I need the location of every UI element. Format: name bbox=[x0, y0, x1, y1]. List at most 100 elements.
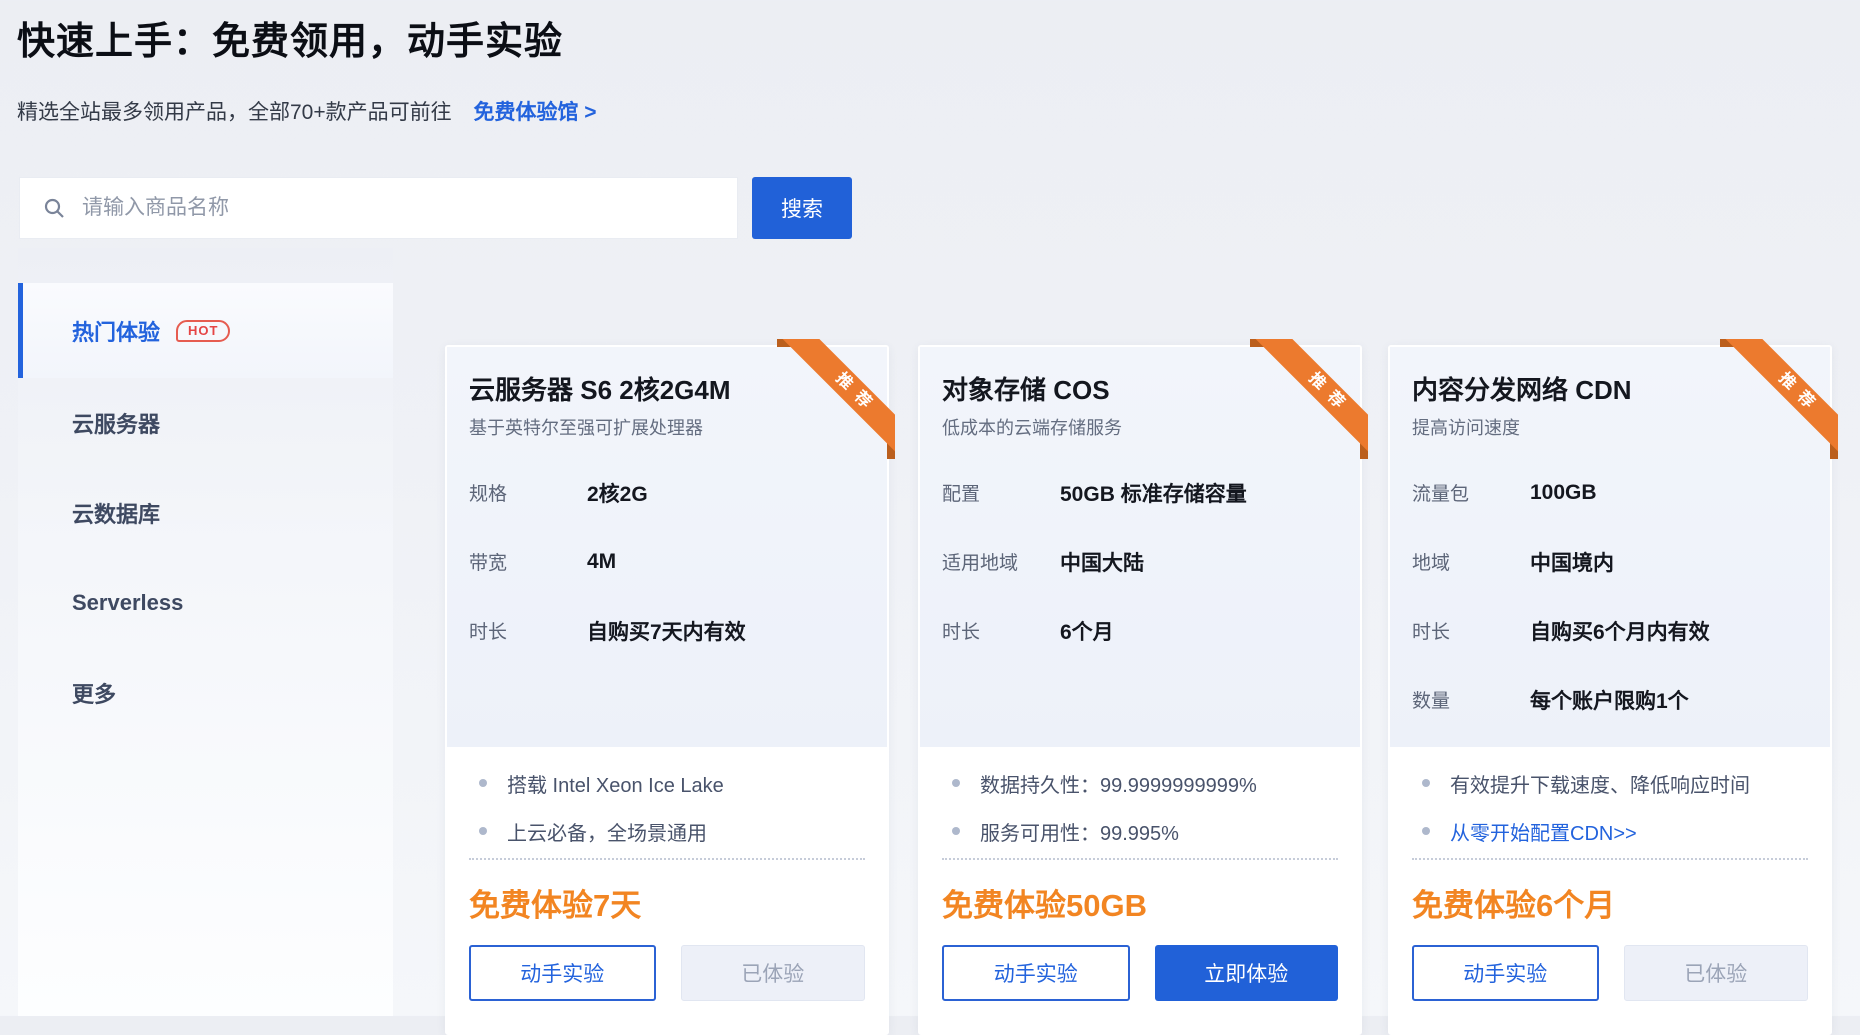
spec-label: 配置 bbox=[942, 479, 1060, 506]
hot-badge: HOT bbox=[176, 320, 230, 342]
try-now-button[interactable]: 立即体验 bbox=[1155, 945, 1339, 1001]
spec-label: 数量 bbox=[1412, 686, 1530, 713]
sidebar-item-more[interactable]: 更多 bbox=[18, 648, 393, 738]
spec-label: 时长 bbox=[469, 617, 587, 644]
card-body: 有效提升下载速度、降低响应时间从零开始配置CDN>> 免费体验6个月动手实验已体验 bbox=[1390, 747, 1830, 1001]
spec-value: 100GB bbox=[1530, 481, 1597, 505]
bullet-text: 服务可用性：99.995% bbox=[980, 817, 1179, 846]
experienced-button[interactable]: 已体验 bbox=[1624, 945, 1809, 1001]
card-header: 云服务器 S6 2核2G4M基于英特尔至强可扩展处理器规格2核2G带宽4M时长自… bbox=[447, 347, 887, 747]
dotted-divider bbox=[942, 858, 1338, 860]
spec-row: 时长自购买7天内有效 bbox=[469, 596, 865, 665]
spec-label: 流量包 bbox=[1412, 479, 1530, 506]
bullet-item: 数据持久性：99.9999999999% bbox=[942, 759, 1338, 807]
card-subtitle: 提高访问速度 bbox=[1412, 415, 1808, 441]
bullet-dot-icon bbox=[1422, 779, 1430, 787]
cdn-tutorial-link[interactable]: 从零开始配置CDN>> bbox=[1450, 817, 1637, 846]
spec-row: 适用地域中国大陆 bbox=[942, 527, 1338, 596]
ribbon-fold bbox=[1830, 443, 1838, 459]
sidebar-item-serverless[interactable]: Serverless bbox=[18, 558, 393, 648]
spec-row: 地域中国境内 bbox=[1412, 527, 1808, 596]
spec-value: 中国境内 bbox=[1530, 547, 1614, 577]
free-trial-offer: 免费体验6个月 bbox=[1412, 884, 1808, 928]
bullet-item: 上云必备，全场景通用 bbox=[469, 807, 865, 855]
spec-label: 适用地域 bbox=[942, 548, 1060, 575]
product-card-cvm-s6: 推荐云服务器 S6 2核2G4M基于英特尔至强可扩展处理器规格2核2G带宽4M时… bbox=[445, 345, 889, 1035]
ribbon-fold bbox=[887, 443, 895, 459]
hands-on-lab-button[interactable]: 动手实验 bbox=[469, 945, 656, 1001]
page-title: 快速上手：免费领用，动手实验 bbox=[17, 10, 563, 65]
card-title: 内容分发网络 CDN bbox=[1412, 373, 1808, 407]
spec-row: 流量包100GB bbox=[1412, 458, 1808, 527]
card-title: 对象存储 COS bbox=[942, 373, 1338, 407]
dotted-divider bbox=[469, 858, 865, 860]
card-actions: 动手实验立即体验 bbox=[942, 945, 1338, 1001]
spec-row: 数量每个账户限购1个 bbox=[1412, 665, 1808, 734]
search-icon bbox=[42, 196, 66, 220]
card-subtitle: 低成本的云端存储服务 bbox=[942, 415, 1338, 441]
sidebar-item-label: 更多 bbox=[72, 677, 116, 709]
spec-row: 规格2核2G bbox=[469, 458, 865, 527]
spec-value: 50GB 标准存储容量 bbox=[1060, 478, 1247, 508]
bullet-text: 数据持久性：99.9999999999% bbox=[980, 769, 1257, 798]
product-card-cdn: 推荐内容分发网络 CDN提高访问速度流量包100GB地域中国境内时长自购买6个月… bbox=[1388, 345, 1832, 1035]
bullet-item: 有效提升下载速度、降低响应时间 bbox=[1412, 759, 1808, 807]
bullet-dot-icon bbox=[952, 827, 960, 835]
search-box bbox=[19, 177, 738, 239]
bullet-text: 上云必备，全场景通用 bbox=[507, 817, 707, 846]
ribbon-fold bbox=[1720, 339, 1736, 347]
spec-list: 配置50GB 标准存储容量适用地域中国大陆时长6个月 bbox=[942, 458, 1338, 665]
experienced-button[interactable]: 已体验 bbox=[681, 945, 866, 1001]
bullet-item: 搭载 Intel Xeon Ice Lake bbox=[469, 759, 865, 807]
spec-row: 时长6个月 bbox=[942, 596, 1338, 665]
spec-label: 规格 bbox=[469, 479, 587, 506]
bullet-text: 有效提升下载速度、降低响应时间 bbox=[1450, 769, 1750, 798]
free-trial-offer: 免费体验7天 bbox=[469, 884, 865, 928]
page-subtitle-row: 精选全站最多领用产品，全部70+款产品可前往 免费体验馆 > bbox=[17, 96, 597, 126]
bullet-dot-icon bbox=[1422, 827, 1430, 835]
sidebar-item-label: 云数据库 bbox=[72, 497, 160, 529]
sidebar-item-hot-experience[interactable]: 热门体验 HOT bbox=[18, 283, 393, 378]
bullet-dot-icon bbox=[479, 827, 487, 835]
bullet-dot-icon bbox=[952, 779, 960, 787]
spec-label: 地域 bbox=[1412, 548, 1530, 575]
spec-value: 每个账户限购1个 bbox=[1530, 685, 1689, 715]
category-sidebar: 热门体验 HOT 云服务器云数据库 Serverless 更多 bbox=[18, 248, 393, 1016]
spec-row: 带宽4M bbox=[469, 527, 865, 596]
spec-label: 时长 bbox=[1412, 617, 1530, 644]
spec-label: 带宽 bbox=[469, 548, 587, 575]
card-body: 数据持久性：99.9999999999% 服务可用性：99.995% 免费体验50G… bbox=[920, 747, 1360, 1001]
ribbon-fold bbox=[1250, 339, 1266, 347]
spec-row: 配置50GB 标准存储容量 bbox=[942, 458, 1338, 527]
card-body: 搭载 Intel Xeon Ice Lake 上云必备，全场景通用免费体验7天动手… bbox=[447, 747, 887, 1001]
spec-value: 4M bbox=[587, 550, 616, 574]
spec-value: 自购买7天内有效 bbox=[587, 616, 746, 646]
hands-on-lab-button[interactable]: 动手实验 bbox=[942, 945, 1130, 1001]
bullet-item: 从零开始配置CDN>> bbox=[1412, 807, 1808, 855]
free-trial-offer: 免费体验50GB bbox=[942, 884, 1338, 928]
search-input[interactable] bbox=[80, 195, 700, 221]
ribbon-fold bbox=[777, 339, 793, 347]
spec-row: 时长自购买6个月内有效 bbox=[1412, 596, 1808, 665]
spec-list: 流量包100GB地域中国境内时长自购买6个月内有效数量每个账户限购1个 bbox=[1412, 458, 1808, 734]
search-button[interactable]: 搜索 bbox=[752, 177, 852, 239]
sidebar-item-cloud-database[interactable]: 云数据库 bbox=[18, 468, 393, 558]
free-experience-hall-link[interactable]: 免费体验馆 > bbox=[473, 101, 596, 124]
spec-label: 时长 bbox=[942, 617, 1060, 644]
ribbon-fold bbox=[1360, 443, 1368, 459]
bullet-text: 搭载 Intel Xeon Ice Lake bbox=[507, 769, 724, 798]
sidebar-item-label: 热门体验 bbox=[72, 315, 160, 347]
bullet-item: 服务可用性：99.995% bbox=[942, 807, 1338, 855]
bullet-dot-icon bbox=[479, 779, 487, 787]
hands-on-lab-button[interactable]: 动手实验 bbox=[1412, 945, 1599, 1001]
card-header: 对象存储 COS低成本的云端存储服务配置50GB 标准存储容量适用地域中国大陆时… bbox=[920, 347, 1360, 747]
dotted-divider bbox=[1412, 858, 1808, 860]
spec-value: 2核2G bbox=[587, 478, 648, 508]
sidebar-item-label: Serverless bbox=[72, 590, 183, 616]
spec-value: 自购买6个月内有效 bbox=[1530, 616, 1710, 646]
card-subtitle: 基于英特尔至强可扩展处理器 bbox=[469, 415, 865, 441]
card-title: 云服务器 S6 2核2G4M bbox=[469, 373, 865, 407]
sidebar-item-cvm[interactable]: 云服务器 bbox=[18, 378, 393, 468]
page-subtitle: 精选全站最多领用产品，全部70+款产品可前往 bbox=[17, 101, 452, 124]
spec-value: 6个月 bbox=[1060, 616, 1114, 646]
